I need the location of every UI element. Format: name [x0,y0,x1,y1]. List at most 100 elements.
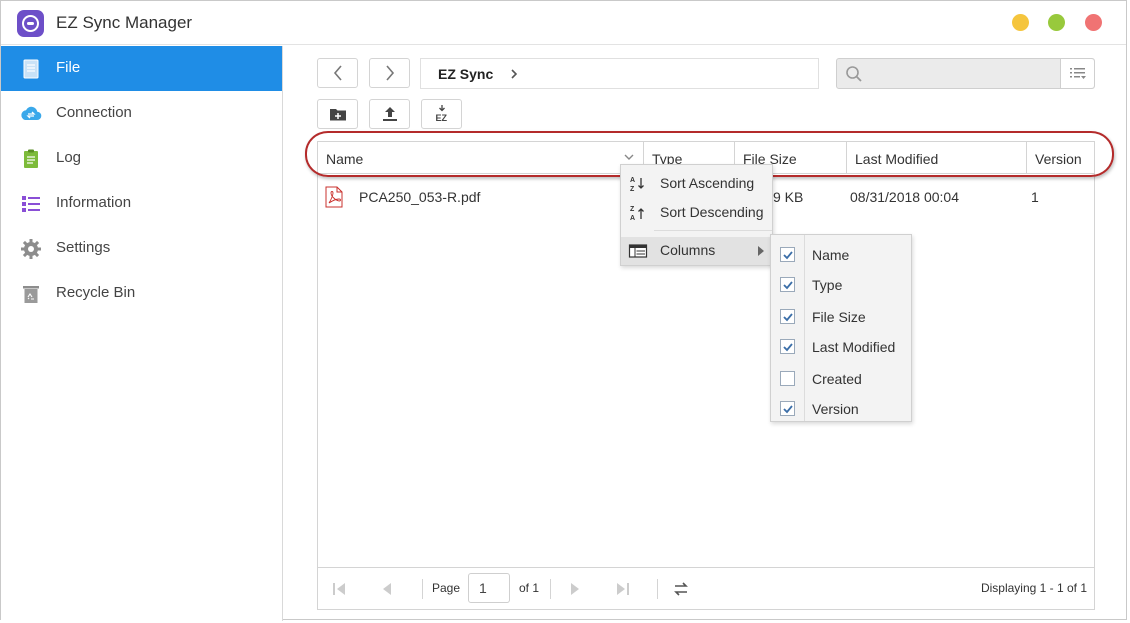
columns-item[interactable]: Columns [621,237,772,265]
sort-descending-icon: Z A [630,206,644,222]
back-button[interactable] [317,58,358,88]
column-header-label: Name [326,151,364,167]
display-count-text: Displaying 1 - 1 of 1 [980,581,1087,595]
ez-download-icon: EZ [435,105,447,123]
new-folder-icon [329,109,346,121]
previous-page-icon[interactable] [378,580,396,598]
main-panel: EZ Sync EZ Name Type File Size Last Modi… [284,46,1127,621]
log-icon [24,149,38,168]
back-icon [333,65,342,81]
list-info-icon [22,196,40,212]
ez-sync-download-button[interactable]: EZ [421,99,462,129]
sidebar-item-label: Recycle Bin [56,284,136,301]
submenu-item-label: Version [812,401,859,417]
sidebar-item-label: File [56,59,81,76]
breadcrumb: EZ Sync [420,58,819,89]
submenu-item-label: Name [812,247,850,263]
sidebar-item-information[interactable]: Information [1,181,282,226]
sidebar-item-label: Settings [56,239,111,256]
submenu-arrow-icon [758,246,764,256]
columns-icon [628,244,648,258]
page-label: Page [432,581,461,595]
svg-text:A: A [630,215,635,222]
sort-ascending-icon: A Z [630,177,644,193]
breadcrumb-item[interactable]: EZ Sync [438,66,493,82]
last-page-icon[interactable] [614,580,632,598]
column-header-name[interactable]: Name [318,142,644,174]
sidebar-item-file[interactable]: File [1,46,282,91]
sidebar-item-label: Log [56,149,82,166]
sidebar-item-label: Connection [56,104,132,121]
columns-submenu: Name Type File Size Last Modified Create… [770,234,912,422]
submenu-item-label: Created [812,371,862,387]
checkbox-checked[interactable] [780,247,795,262]
pdf-file-icon [325,186,343,208]
next-page-icon[interactable] [566,580,584,598]
svg-text:Z: Z [630,186,635,193]
sidebar-item-settings[interactable]: Settings [1,226,282,271]
chevron-right-icon [511,69,518,79]
checkbox-checked[interactable] [780,401,795,416]
column-toggle-name[interactable]: Name [771,239,911,269]
minimize-button[interactable] [1012,14,1029,31]
column-toggle-created[interactable]: Created [771,363,911,393]
submenu-item-label: File Size [812,309,866,325]
checkbox-checked[interactable] [780,309,795,324]
svg-text:EZ: EZ [435,113,447,123]
filter-list-icon [1069,67,1086,79]
column-context-menu: A Z Sort Ascending Z A Sort Descending C… [620,164,773,266]
checkbox-unchecked[interactable] [780,371,795,386]
search-input[interactable] [836,58,1095,89]
page-count-label: of 1 [519,581,540,595]
cloud-connection-icon [21,106,42,121]
app-title: EZ Sync Manager [56,13,193,32]
app-window: EZ Sync Manager File Connection Log Info… [0,0,1127,621]
column-header-version[interactable]: Version [1027,142,1096,174]
divider [657,579,658,599]
upload-icon [382,107,397,121]
column-header-label: Last Modified [855,151,939,167]
submenu-item-label: Type [812,277,843,293]
sidebar-item-label: Information [56,194,132,211]
pagination-bar: Page 1 of 1 Displaying 1 - 1 of 1 [318,567,1094,609]
upload-button[interactable] [369,99,410,129]
app-logo-icon [17,10,44,37]
page-number-input[interactable]: 1 [468,573,510,603]
search-icon [846,66,862,82]
filter-options-button[interactable] [1060,59,1094,88]
file-name-cell: PCA250_053-R.pdf [359,189,481,205]
forward-button[interactable] [369,58,410,88]
menu-item-label: Sort Ascending [660,175,755,191]
refresh-icon[interactable] [672,580,690,598]
svg-text:A: A [630,177,635,184]
column-header-label: Version [1035,151,1082,167]
gear-icon [21,239,41,259]
forward-icon [385,65,394,81]
sort-ascending-item[interactable]: A Z Sort Ascending [621,170,772,198]
maximize-button[interactable] [1048,14,1065,31]
file-icon [23,59,39,79]
sort-descending-item[interactable]: Z A Sort Descending [621,199,772,227]
first-page-icon[interactable] [330,580,348,598]
submenu-item-label: Last Modified [812,339,896,355]
close-button[interactable] [1085,14,1102,31]
chevron-down-icon[interactable] [623,151,635,163]
checkbox-checked[interactable] [780,277,795,292]
divider [550,579,551,599]
new-folder-button[interactable] [317,99,358,129]
sidebar: File Connection Log Information Settings… [1,46,283,621]
svg-text:Z: Z [630,206,635,213]
column-toggle-last-modified[interactable]: Last Modified [771,331,911,361]
sidebar-item-connection[interactable]: Connection [1,91,282,136]
checkbox-checked[interactable] [780,339,795,354]
menu-item-label: Columns [660,242,716,258]
sidebar-item-log[interactable]: Log [1,136,282,181]
column-header-last-modified[interactable]: Last Modified [847,142,1027,174]
column-toggle-type[interactable]: Type [771,269,911,299]
column-toggle-version[interactable]: Version [771,393,911,423]
column-toggle-file-size[interactable]: File Size [771,301,911,331]
sidebar-item-recycle-bin[interactable]: Recycle Bin [1,271,282,316]
menu-item-label: Sort Descending [660,204,764,220]
version-cell: 1 [1031,189,1039,205]
file-size-cell: 9 KB [773,189,804,205]
